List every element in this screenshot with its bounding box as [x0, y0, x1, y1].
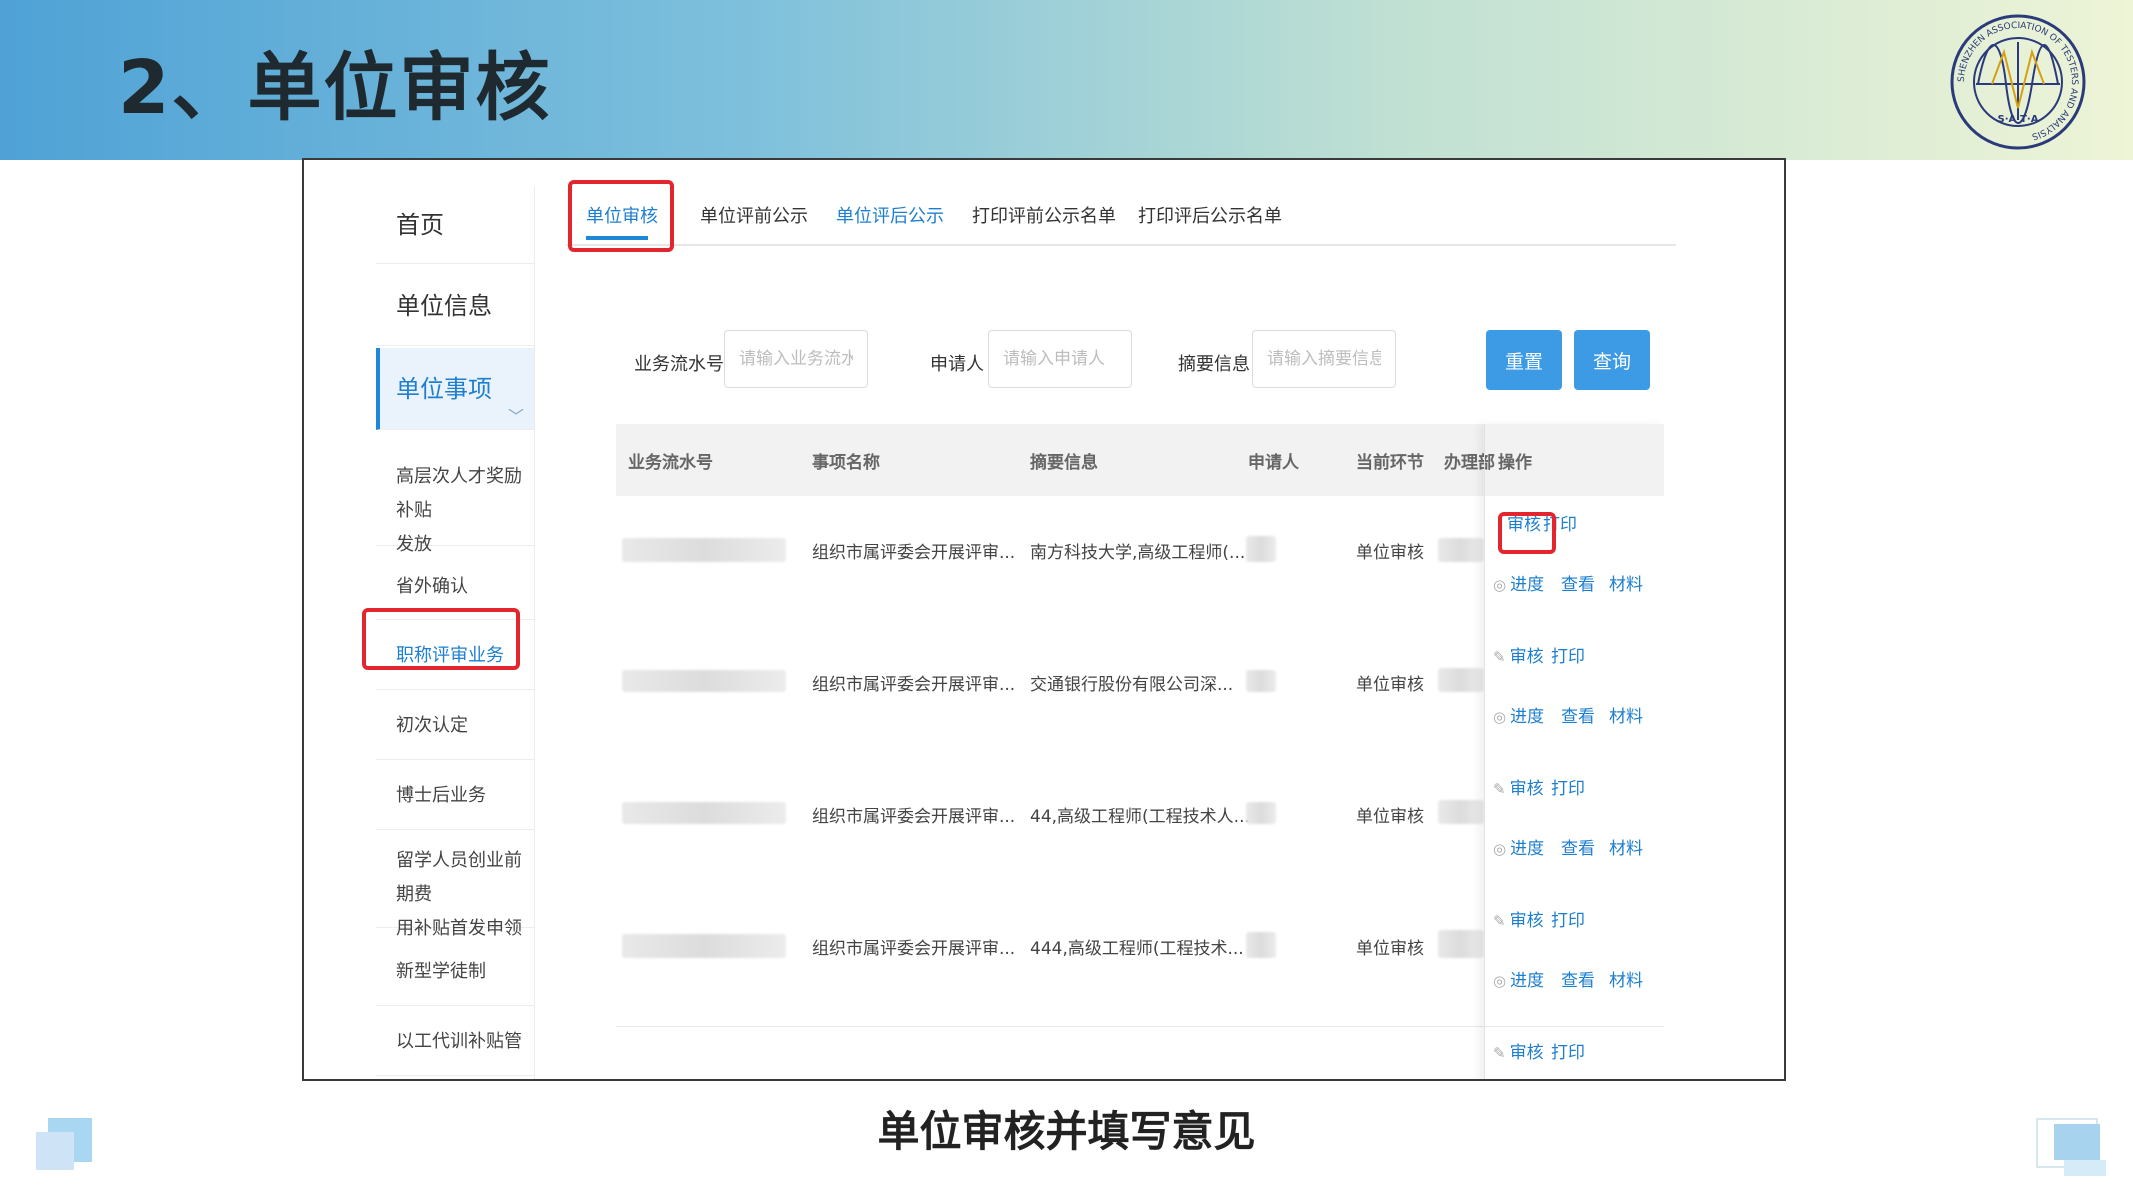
decor-square-right-shadow: [2064, 1160, 2106, 1176]
edit-icon: ✎: [1493, 648, 1506, 666]
stage-cell: 单位审核: [1356, 543, 1424, 563]
stage-cell: 单位审核: [1356, 939, 1424, 959]
redacted-applicant: [1246, 932, 1276, 958]
summary-label: 摘要信息: [1178, 354, 1250, 375]
material-link[interactable]: 材料: [1609, 834, 1643, 859]
logo-letters: S·A·T·A: [1998, 114, 2039, 125]
sidebar-item-postdoc[interactable]: 博士后业务: [376, 762, 534, 830]
reset-button[interactable]: 重置: [1486, 330, 1562, 390]
redacted-applicant: [1246, 802, 1276, 824]
edit-icon: ✎: [1493, 912, 1506, 930]
redacted-department: [1438, 930, 1484, 958]
tab-pre-review-notice[interactable]: 单位评前公示: [700, 202, 808, 228]
sidebar-item-initial-certification[interactable]: 初次认定: [376, 692, 534, 760]
decor-square-left-front: [36, 1132, 74, 1170]
print-link[interactable]: 打印: [1551, 906, 1585, 931]
view-link[interactable]: 查看: [1561, 834, 1595, 859]
sidebar-item-talent-subsidy[interactable]: 高层次人才奖励补贴 发放: [376, 448, 534, 555]
highlight-box-tab: [568, 180, 674, 252]
stage-cell: 单位审核: [1356, 807, 1424, 827]
highlight-box-review: [1498, 512, 1556, 554]
col-header-item-name: 事项名称: [812, 453, 880, 473]
redacted-flow-number: [622, 670, 786, 692]
flow-number-input[interactable]: [724, 330, 868, 388]
sidebar-item-home[interactable]: 首页: [376, 186, 534, 264]
sidebar-item-apprenticeship[interactable]: 新型学徒制: [376, 938, 534, 1006]
applicant-label: 申请人: [930, 354, 984, 375]
material-link[interactable]: 材料: [1609, 570, 1643, 595]
app-screenshot: 首页 单位信息 单位事项 ﹀ 高层次人才奖励补贴 发放 省外确认 职称评审业务 …: [302, 158, 1786, 1081]
query-button[interactable]: 查询: [1574, 330, 1650, 390]
col-header-summary: 摘要信息: [1030, 453, 1098, 473]
tab-post-review-notice[interactable]: 单位评后公示: [836, 202, 944, 228]
item-name-cell: 组织市属评委会开展评审...: [812, 807, 1016, 827]
sidebar-item-training-subsidy[interactable]: 以工代训补贴管理: [376, 1008, 534, 1076]
redacted-department: [1438, 668, 1484, 692]
redacted-applicant: [1246, 670, 1276, 692]
association-logo-icon: SHENZHEN ASSOCIATION OF TESTERS AND ANAL…: [1950, 14, 2086, 150]
redacted-department: [1438, 538, 1484, 562]
edit-icon: ✎: [1493, 780, 1506, 798]
progress-link[interactable]: ◎ 进度: [1493, 966, 1544, 991]
item-name-cell: 组织市属评委会开展评审...: [812, 939, 1016, 959]
print-link[interactable]: 打印: [1551, 774, 1585, 799]
view-link[interactable]: 查看: [1561, 966, 1595, 991]
redacted-flow-number: [622, 934, 786, 958]
tab-print-post-list[interactable]: 打印评后公示名单: [1138, 202, 1282, 228]
col-header-current-stage: 当前环节: [1356, 453, 1424, 473]
print-link[interactable]: 打印: [1551, 1038, 1585, 1063]
redacted-flow-number: [622, 538, 786, 562]
redacted-applicant: [1246, 536, 1276, 562]
progress-link[interactable]: ◎ 进度: [1493, 570, 1544, 595]
summary-cell: 交通银行股份有限公司深...: [1030, 675, 1234, 695]
stage-cell: 单位审核: [1356, 675, 1424, 695]
print-link[interactable]: 打印: [1551, 642, 1585, 667]
review-link[interactable]: ✎ 审核: [1493, 642, 1544, 667]
slide-caption: 单位审核并填写意见: [877, 1107, 1256, 1156]
progress-link[interactable]: ◎ 进度: [1493, 702, 1544, 727]
chevron-down-icon: ﹀: [507, 407, 524, 426]
redacted-flow-number: [622, 802, 786, 824]
review-link[interactable]: ✎ 审核: [1493, 774, 1544, 799]
view-link[interactable]: 查看: [1561, 702, 1595, 727]
summary-input[interactable]: [1252, 330, 1396, 388]
material-link[interactable]: 材料: [1609, 702, 1643, 727]
decor-square-right-fill: [2054, 1124, 2100, 1160]
tab-bar: 单位审核 单位评前公示 单位评后公示 打印评前公示名单 打印评后公示名单: [566, 186, 1676, 246]
col-header-applicant: 申请人: [1248, 453, 1299, 473]
progress-icon: ◎: [1493, 576, 1507, 594]
review-link[interactable]: ✎ 审核: [1493, 1038, 1544, 1063]
highlight-box-sidebar: [362, 608, 520, 670]
progress-icon: ◎: [1493, 972, 1507, 990]
slide-title: 2、单位审核: [118, 45, 552, 131]
tab-print-pre-list[interactable]: 打印评前公示名单: [972, 202, 1116, 228]
view-link[interactable]: 查看: [1561, 570, 1595, 595]
material-link[interactable]: 材料: [1609, 966, 1643, 991]
edit-icon: ✎: [1493, 1044, 1506, 1062]
summary-cell: 南方科技大学,高级工程师(...: [1030, 543, 1246, 563]
item-name-cell: 组织市属评委会开展评审...: [812, 543, 1016, 563]
applicant-input[interactable]: [988, 330, 1132, 388]
progress-link[interactable]: ◎ 进度: [1493, 834, 1544, 859]
flow-number-label: 业务流水号: [634, 354, 724, 375]
summary-cell: 44,高级工程师(工程技术人...: [1030, 807, 1250, 827]
redacted-department: [1438, 800, 1484, 824]
sidebar-item-overseas-startup[interactable]: 留学人员创业前期费 用补贴首发申领: [376, 832, 534, 939]
sidebar-item-unit-matters[interactable]: 单位事项 ﹀: [376, 348, 534, 430]
item-name-cell: 组织市属评委会开展评审...: [812, 675, 1016, 695]
col-header-flow-number: 业务流水号: [628, 453, 713, 473]
progress-icon: ◎: [1493, 840, 1507, 858]
summary-cell: 444,高级工程师(工程技术...: [1030, 939, 1244, 959]
review-link[interactable]: ✎ 审核: [1493, 906, 1544, 931]
sidebar-item-unit-info[interactable]: 单位信息: [376, 266, 534, 346]
progress-icon: ◎: [1493, 708, 1507, 726]
